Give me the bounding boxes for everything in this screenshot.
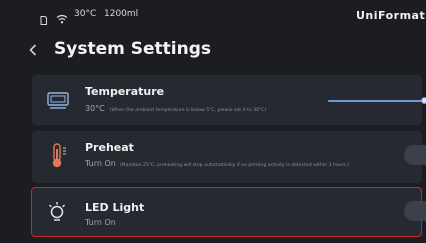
heater-icon [46,88,70,112]
light-bulb-icon [45,200,69,224]
sd-card-icon [40,10,47,29]
preheat-value: Turn On [85,159,116,168]
preheat-description: Turn On (Maintain 25°C, preheating will s… [85,160,365,169]
status-bar: 30°C 1200ml UniFormation [0,0,426,32]
temperature-label: Temperature [85,85,165,98]
preheat-note: (Maintain 25°C, preheating will stop aut… [119,163,350,168]
preheat-toggle[interactable] [404,145,426,165]
led-light-setting-card: LED Light Turn On [31,187,426,237]
preheat-label: Preheat [85,141,134,154]
led-light-value: Turn On [85,218,116,227]
slider-thumb[interactable] [421,97,426,104]
temperature-setting-card: Temperature 30°C (When the ambient temper… [32,75,426,125]
temperature-value-line: 30°C (When the ambient temperature is bel… [85,104,266,113]
slider-fill [328,100,425,102]
back-button[interactable] [24,40,42,60]
led-light-label: LED Light [85,201,145,214]
temperature-value: 30°C [85,104,105,113]
temperature-note: (When the ambient temperature is below 5… [109,108,267,113]
page-title: System Settings [54,39,211,59]
status-volume: 1200ml [104,9,139,19]
page-header: System Settings [0,36,426,64]
chevron-left-icon [29,44,37,56]
wifi-icon [56,9,68,28]
status-temperature: 30°C [74,9,97,19]
brand-logo: UniFormation [356,9,426,22]
thermometer-icon [46,143,70,168]
temperature-slider[interactable] [328,97,426,104]
preheat-setting-card: Preheat Turn On (Maintain 25°C, preheatin… [32,131,426,183]
led-light-toggle[interactable] [404,201,426,221]
